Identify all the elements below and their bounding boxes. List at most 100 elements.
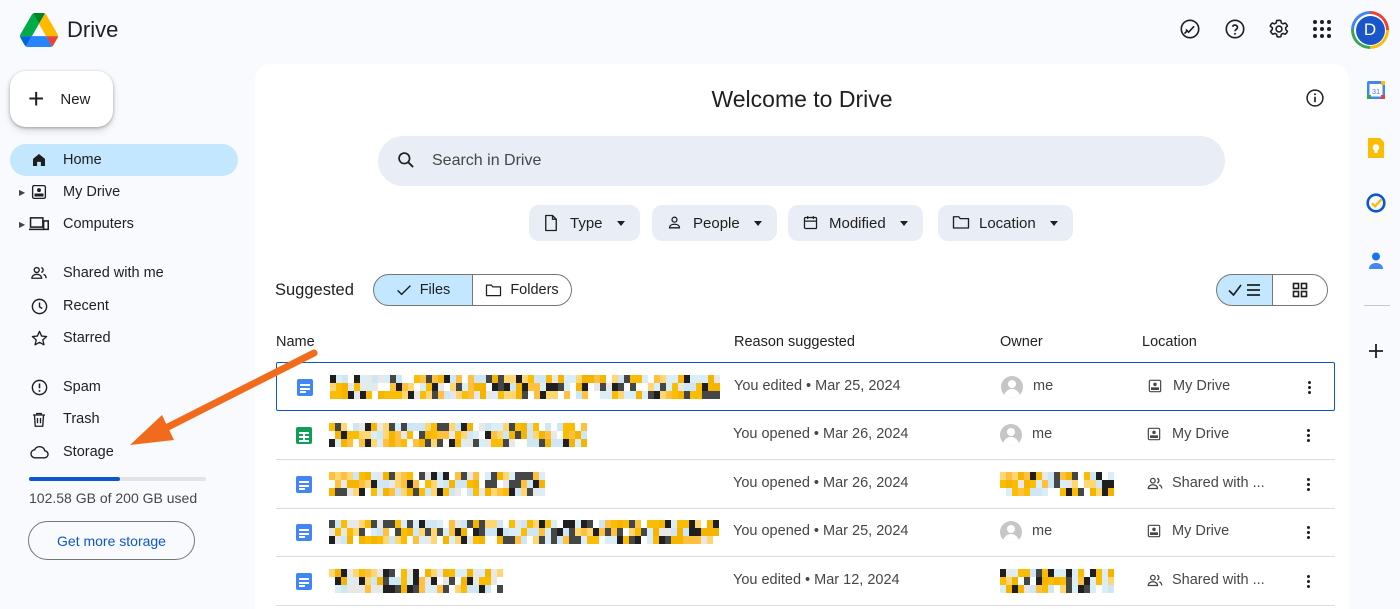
google-sheets-icon [296, 427, 312, 444]
file-row[interactable]: You edited • Mar 12, 2024 Shared with ... [276, 557, 1335, 606]
column-header-name[interactable]: Name [276, 334, 315, 350]
sidebar-item-label: Starred [63, 330, 111, 346]
filter-type-chip[interactable]: Type [529, 205, 640, 241]
reason-suggested: You edited • Mar 12, 2024 [733, 572, 900, 588]
column-header-location: Location [1142, 334, 1197, 350]
suggested-heading: Suggested [275, 281, 354, 299]
sidebar-item-shared-with-me[interactable]: Shared with me [10, 257, 238, 289]
file-location: My Drive [1172, 523, 1230, 539]
grid-view-icon [1292, 282, 1308, 298]
shared-icon [1146, 475, 1164, 493]
account-avatar[interactable]: D [1351, 11, 1389, 49]
avatar-letter: D [1355, 15, 1385, 45]
sidebar-item-starred[interactable]: Starred [10, 322, 238, 354]
file-row[interactable]: You opened • Mar 25, 2024 me My Drive [276, 508, 1335, 557]
sidebar-item-label: My Drive [63, 184, 121, 200]
file-location: My Drive [1173, 378, 1231, 394]
sidebar-item-label: Recent [63, 298, 109, 314]
filter-label: People [693, 214, 740, 232]
sidebar-item-storage[interactable]: Storage [10, 436, 238, 468]
more-actions-icon[interactable] [1298, 472, 1318, 496]
calendar-icon[interactable]: 31 [1366, 80, 1388, 102]
storage-used-text: 102.58 GB of 200 GB used [29, 490, 198, 506]
filter-label: Type [570, 214, 603, 232]
add-apps-icon[interactable] [1366, 341, 1388, 363]
file-row[interactable]: You edited • Mar 25, 2024 me My Drive [276, 362, 1335, 411]
folder-icon [486, 284, 502, 297]
sidebar-item-label: Home [63, 152, 102, 168]
file-location: Shared with ... [1172, 475, 1265, 491]
filter-people-chip[interactable]: People [652, 205, 777, 241]
expand-arrow-icon[interactable]: ▶ [19, 188, 25, 197]
tasks-icon[interactable] [1366, 193, 1388, 215]
folder-icon [952, 214, 970, 232]
google-docs-icon [296, 524, 312, 541]
info-icon[interactable] [1305, 88, 1327, 110]
list-view-toggle[interactable] [1216, 274, 1273, 306]
file-name-redacted[interactable] [329, 520, 719, 544]
keep-icon[interactable] [1366, 137, 1388, 159]
search-input[interactable]: Search in Drive [378, 136, 1225, 186]
reason-suggested: You opened • Mar 26, 2024 [733, 475, 909, 491]
more-actions-icon[interactable] [1298, 520, 1318, 544]
files-toggle[interactable]: Files [373, 274, 473, 306]
owner-name: me [1033, 378, 1054, 394]
file-name-redacted[interactable] [330, 375, 720, 399]
plus-icon: + [28, 83, 45, 114]
owner-redacted [1000, 569, 1114, 593]
recent-icon [29, 296, 49, 316]
file-name-redacted[interactable] [329, 472, 545, 496]
main-panel: Welcome to Drive Search in Drive Type Pe… [255, 64, 1349, 609]
more-actions-icon[interactable] [1298, 423, 1318, 447]
my-drive-icon [29, 182, 49, 202]
sidebar-item-label: Trash [63, 411, 100, 427]
apps-grid-icon[interactable] [1307, 14, 1337, 44]
column-header-reason: Reason suggested [734, 334, 855, 350]
more-actions-icon[interactable] [1299, 375, 1319, 399]
check-icon [396, 285, 411, 296]
ready-for-offline-icon[interactable] [1175, 14, 1205, 44]
trash-icon [29, 409, 49, 429]
home-icon [29, 150, 49, 170]
filter-modified-chip[interactable]: Modified [788, 205, 923, 241]
search-icon [396, 150, 418, 172]
file-name-redacted[interactable] [329, 423, 587, 447]
file-row[interactable]: You opened • Mar 26, 2024 me My Drive [276, 411, 1335, 460]
sidebar-item-computers[interactable]: ▶ Computers [10, 208, 238, 240]
file-location: Shared with ... [1172, 572, 1265, 588]
contacts-icon[interactable] [1366, 250, 1388, 272]
sidebar-item-my-drive[interactable]: ▶ My Drive [10, 176, 238, 208]
sidebar-item-trash[interactable]: Trash [10, 403, 238, 435]
file-icon [543, 214, 561, 232]
starred-icon [29, 328, 49, 348]
filter-location-chip[interactable]: Location [938, 205, 1073, 241]
more-actions-icon[interactable] [1298, 569, 1318, 593]
sidebar-item-spam[interactable]: Spam [10, 371, 238, 403]
get-more-storage-button[interactable]: Get more storage [28, 521, 195, 560]
file-row[interactable]: You opened • Mar 26, 2024 Shared with ... [276, 460, 1335, 509]
help-icon[interactable] [1220, 14, 1250, 44]
my-drive-icon [1147, 378, 1165, 396]
drive-logo-icon[interactable] [20, 12, 58, 48]
sidebar-item-home[interactable]: Home [10, 144, 238, 176]
reason-suggested: You edited • Mar 25, 2024 [734, 378, 901, 394]
file-location: My Drive [1172, 426, 1230, 442]
column-header-owner: Owner [1000, 334, 1043, 350]
spam-icon [29, 377, 49, 397]
sidebar-item-label: Computers [63, 216, 134, 232]
dropdown-arrow-icon [616, 220, 625, 226]
settings-icon[interactable] [1264, 14, 1294, 44]
sidebar-item-recent[interactable]: Recent [10, 290, 238, 322]
reason-suggested: You opened • Mar 26, 2024 [733, 426, 909, 442]
file-name-redacted[interactable] [329, 569, 503, 593]
page-title: Welcome to Drive [711, 86, 893, 112]
folders-toggle[interactable]: Folders [472, 274, 572, 306]
shared-icon [1146, 572, 1164, 590]
grid-view-toggle[interactable] [1272, 274, 1328, 306]
storage-usage-bar [29, 477, 206, 481]
new-button[interactable]: + New [10, 71, 113, 127]
rail-divider [1364, 305, 1390, 306]
shared-icon [29, 263, 49, 283]
dropdown-arrow-icon [753, 220, 762, 226]
expand-arrow-icon[interactable]: ▶ [19, 220, 25, 229]
